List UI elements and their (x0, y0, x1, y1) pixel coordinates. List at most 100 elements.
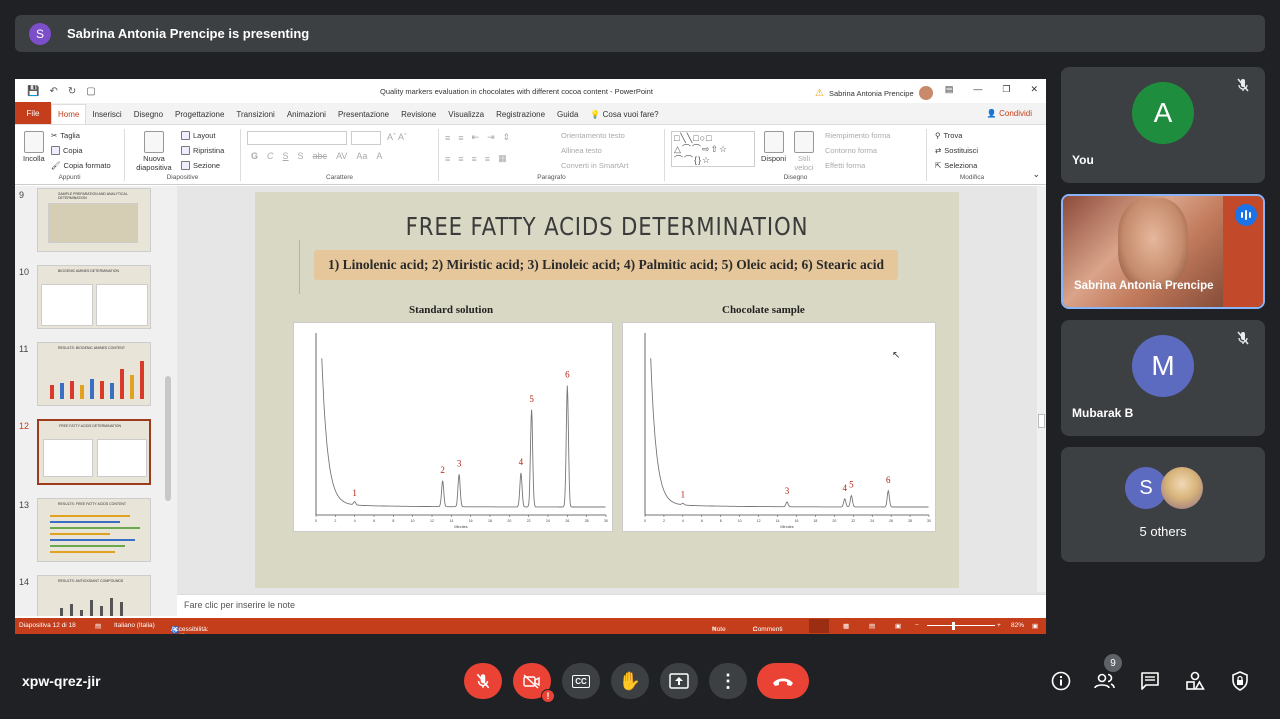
justify-icon[interactable]: ≡ (485, 154, 490, 164)
line-spacing-icon[interactable]: ⇕ (503, 132, 511, 143)
cut-button[interactable]: ✂ Taglia (51, 131, 80, 140)
redo-icon[interactable]: ↻ (68, 86, 76, 97)
select-button[interactable]: ⇱ Seleziona (935, 161, 977, 170)
minimize-icon[interactable]: — (973, 84, 982, 95)
tab-presentazione[interactable]: Presentazione (332, 104, 395, 124)
slide-thumbnail-11[interactable]: 11 RESULTS: BIOGENIC AMINES CONTENT (15, 342, 177, 412)
text-direction-button[interactable]: Orientamento testo (561, 131, 625, 140)
font-color-icon[interactable]: A (376, 151, 382, 161)
normal-view-icon[interactable] (809, 619, 829, 633)
notes-pane[interactable]: Fare clic per inserire le note (177, 594, 1046, 616)
spellcheck-icon[interactable]: ▤ (95, 622, 101, 630)
chat-button[interactable] (1139, 670, 1161, 692)
zoom-in-icon[interactable]: + (997, 622, 1001, 629)
shapes-gallery[interactable]: □╲╲□○□ △⌒⌒⇨⇧☆ ⌒⌒{}☆ (671, 131, 755, 167)
align-text-button[interactable]: Allinea testo (561, 146, 602, 155)
share-button[interactable]: 👤 Condividi (987, 109, 1032, 118)
sorter-view-icon[interactable]: ▦ (843, 622, 849, 630)
quick-styles-button[interactable]: Stili veloci (789, 131, 819, 172)
smartart-button[interactable]: Converti in SmartArt (561, 161, 629, 170)
copy-button[interactable]: Copia (51, 146, 83, 155)
slide-scroll-thumb[interactable] (1038, 414, 1045, 428)
restore-icon[interactable]: ❐ (1002, 84, 1010, 95)
shape-effects-button[interactable]: Effetti forma (825, 161, 865, 170)
new-slide-button[interactable]: Nuova diapositiva (131, 131, 177, 172)
list-buttons[interactable]: ≡ ≡ ⇤ ⇥ ⇕ (445, 132, 510, 143)
spacing-icon[interactable]: AV (336, 151, 347, 161)
zoom-slider-thumb[interactable] (952, 622, 955, 630)
present-now-button[interactable] (660, 663, 698, 699)
save-icon[interactable]: 💾 (27, 86, 39, 97)
scrollbar-thumb[interactable] (165, 376, 171, 501)
strike-icon[interactable]: abc (313, 151, 328, 161)
participant-tile-you[interactable]: A You (1061, 67, 1265, 183)
participant-tile-sabrina[interactable]: Sabrina Antonia Prencipe (1061, 194, 1265, 309)
toggle-camera-button[interactable]: ! (513, 663, 555, 703)
shape-fill-button[interactable]: Riempimento forma (825, 131, 890, 140)
slide-thumbnail-13[interactable]: 13 RESULTS: FREE FATTY ACIDS CONTENT (15, 498, 177, 568)
font-family-select[interactable] (247, 131, 347, 145)
current-slide[interactable]: FREE FATTY ACIDS DETERMINATION 1) Linole… (255, 192, 959, 588)
slide-thumbnail-9[interactable]: 9 SAMPLE PREPARATION AND ANALYTICAL DETE… (15, 188, 177, 258)
slide-thumbnail-14[interactable]: 14 RESULTS: ANTIOXIDANT COMPOUNDS (15, 575, 177, 616)
fit-slide-icon[interactable]: ▣ (1032, 622, 1038, 630)
participant-tile-mubarak[interactable]: M Mubarak B (1061, 320, 1265, 436)
zoom-out-icon[interactable]: − (915, 622, 919, 629)
shape-outline-button[interactable]: Contorno forma (825, 146, 877, 155)
format-painter-button[interactable]: 🖌 Copia formato (51, 161, 111, 170)
layout-button[interactable]: Layout (181, 131, 216, 140)
toggle-mic-button[interactable] (464, 663, 502, 699)
tab-revisione[interactable]: Revisione (395, 104, 442, 124)
undo-icon[interactable]: ↶ (49, 86, 57, 97)
find-button[interactable]: ⚲ Trova (935, 131, 962, 140)
ribbon-display-icon[interactable]: ▤ (945, 84, 954, 95)
font-grow-icon[interactable]: Aˆ Aˇ (387, 132, 407, 142)
underline-icon[interactable]: S (283, 151, 289, 161)
align-buttons[interactable]: ≡ ≡ ≡ ≡ ▦ (445, 153, 507, 164)
slideshow-view-icon[interactable]: ▣ (895, 622, 901, 630)
tab-animazioni[interactable]: Animazioni (281, 104, 332, 124)
captions-button[interactable]: CC (562, 663, 600, 699)
more-options-button[interactable]: ⋮ (709, 663, 747, 699)
tab-disegno[interactable]: Disegno (128, 104, 169, 124)
tab-transizioni[interactable]: Transizioni (230, 104, 280, 124)
tell-me-box[interactable]: 💡 Cosa vuoi fare? (584, 104, 664, 124)
indent-icon[interactable]: ⇤ (472, 132, 480, 143)
numbering-icon[interactable]: ≡ (458, 133, 463, 143)
outdent-icon[interactable]: ⇥ (487, 132, 495, 143)
tab-progettazione[interactable]: Progettazione (169, 104, 230, 124)
shadow-icon[interactable]: S (298, 151, 304, 161)
zoom-level[interactable]: 82% (1011, 622, 1024, 629)
section-button[interactable]: Sezione (181, 161, 220, 170)
arrange-button[interactable]: Disponi (761, 131, 786, 163)
columns-icon[interactable]: ▦ (498, 153, 507, 164)
reading-view-icon[interactable]: ▤ (869, 622, 875, 630)
slide-scrollbar[interactable] (1037, 186, 1046, 592)
people-button[interactable]: 9 (1094, 654, 1122, 692)
close-icon[interactable]: ✕ (1030, 84, 1038, 95)
participant-tile-others[interactable]: S 5 others (1061, 447, 1265, 562)
language-status[interactable]: Italiano (Italia) (114, 622, 155, 629)
tab-guida[interactable]: Guida (551, 104, 584, 124)
present-icon[interactable]: ▢ (86, 86, 95, 97)
reset-button[interactable]: Ripristina (181, 146, 224, 155)
bold-icon[interactable]: G (251, 151, 258, 161)
ppt-user-avatar[interactable] (918, 86, 933, 100)
meeting-details-button[interactable] (1050, 670, 1072, 692)
tab-file[interactable]: File (15, 102, 51, 124)
leave-call-button[interactable] (757, 663, 809, 699)
font-style-buttons[interactable]: G C S Sabc AV Aa A (251, 151, 382, 161)
bullets-icon[interactable]: ≡ (445, 133, 450, 143)
align-right-icon[interactable]: ≡ (472, 154, 477, 164)
tab-registrazione[interactable]: Registrazione (490, 104, 551, 124)
tab-inserisci[interactable]: Inserisci (86, 104, 127, 124)
activities-button[interactable] (1184, 670, 1206, 692)
italic-icon[interactable]: C (267, 151, 274, 161)
host-controls-button[interactable] (1229, 670, 1251, 692)
align-center-icon[interactable]: ≡ (458, 154, 463, 164)
case-icon[interactable]: Aa (356, 151, 367, 161)
slide-thumbnail-10[interactable]: 10 BIOGENIC AMINES DETERMINATION (15, 265, 177, 335)
paste-button[interactable]: Incolla (23, 131, 45, 163)
font-size-select[interactable] (351, 131, 381, 145)
slide-thumbnail-12[interactable]: 12 FREE FATTY ACIDS DETERMINATION (15, 419, 177, 489)
